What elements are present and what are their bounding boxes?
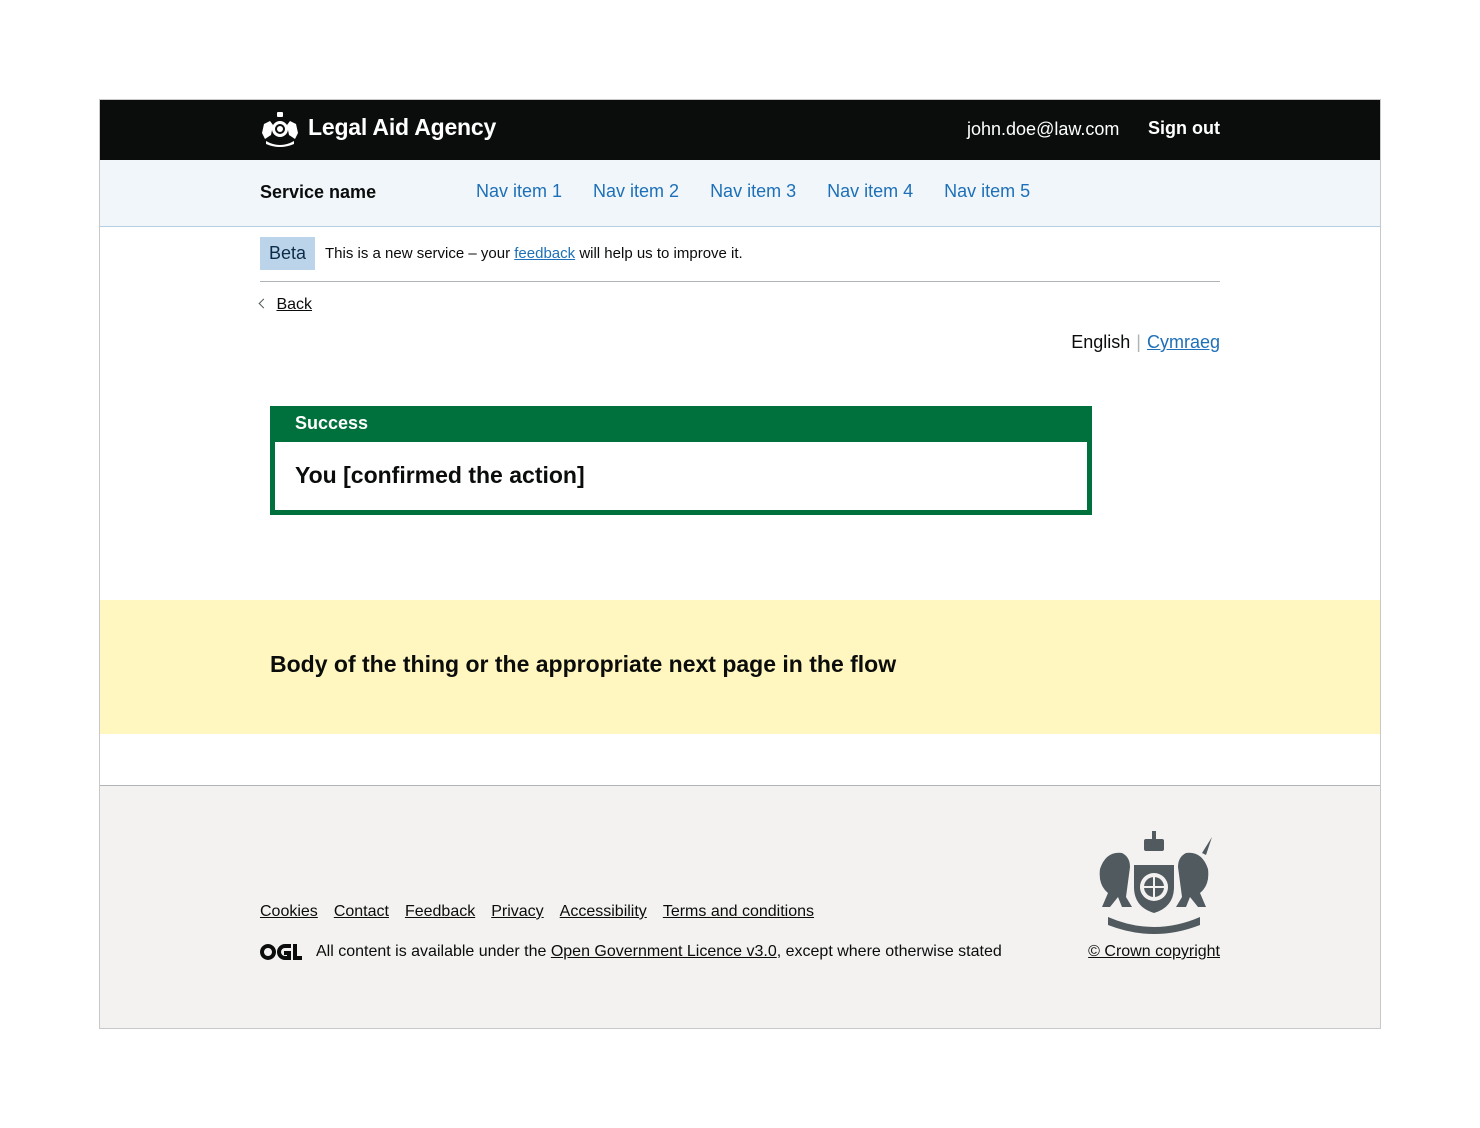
- nav-item-5[interactable]: Nav item 5: [944, 181, 1030, 202]
- nav-item-2[interactable]: Nav item 2: [593, 181, 679, 202]
- feedback-link[interactable]: feedback: [514, 245, 575, 262]
- licence-text: All content is available under the Open …: [316, 943, 1002, 961]
- chevron-left-icon: [258, 298, 269, 309]
- phase-banner-text: This is a new service – your feedback wi…: [325, 245, 743, 262]
- footer-link-cookies[interactable]: Cookies: [260, 903, 318, 921]
- page-frame: Legal Aid Agency john.doe@law.com Sign o…: [99, 99, 1381, 1029]
- beta-tag: Beta: [260, 237, 315, 270]
- user-email: john.doe@law.com: [967, 119, 1120, 139]
- service-navigation: Service name Nav item 1 Nav item 2 Nav i…: [100, 160, 1380, 227]
- language-cymraeg-link[interactable]: Cymraeg: [1147, 332, 1220, 352]
- notification-title: Success: [295, 413, 369, 433]
- site-header: Legal Aid Agency john.doe@law.com Sign o…: [100, 100, 1380, 160]
- footer-link-contact[interactable]: Contact: [334, 903, 389, 921]
- notification-header: Success: [275, 406, 1087, 442]
- phase-banner: Beta This is a new service – your feedba…: [260, 237, 1220, 282]
- footer-link-accessibility[interactable]: Accessibility: [560, 903, 647, 921]
- site-footer: Cookies Contact Feedback Privacy Accessi…: [100, 785, 1380, 1028]
- licence-link[interactable]: Open Government Licence v3.0: [551, 943, 777, 960]
- footer-links: Cookies Contact Feedback Privacy Accessi…: [260, 903, 814, 921]
- sign-out-link[interactable]: Sign out: [1148, 118, 1220, 139]
- phase-banner-text-before: This is a new service – your: [325, 245, 511, 262]
- language-current: English: [1071, 332, 1131, 352]
- nav-list: Nav item 1 Nav item 2 Nav item 3 Nav ite…: [476, 181, 1030, 202]
- footer-link-feedback[interactable]: Feedback: [405, 903, 475, 921]
- crown-copyright-link[interactable]: © Crown copyright: [1088, 943, 1220, 961]
- back-link[interactable]: Back: [276, 296, 312, 313]
- agency-name[interactable]: Legal Aid Agency: [308, 114, 496, 141]
- placeholder-body: Body of the thing or the appropriate nex…: [100, 600, 1380, 734]
- licence-text-after: , except where otherwise stated: [776, 943, 1002, 960]
- service-name[interactable]: Service name: [260, 182, 376, 203]
- footer-link-privacy[interactable]: Privacy: [491, 903, 543, 921]
- royal-coat-of-arms-icon: [1099, 831, 1212, 934]
- royal-crest-icon: [262, 112, 298, 147]
- language-switcher: English | Cymraeg: [1071, 332, 1220, 353]
- nav-item-3[interactable]: Nav item 3: [710, 181, 796, 202]
- nav-item-4[interactable]: Nav item 4: [827, 181, 913, 202]
- nav-item-1[interactable]: Nav item 1: [476, 181, 562, 202]
- language-divider: |: [1136, 332, 1141, 352]
- phase-banner-text-after: will help us to improve it.: [579, 245, 743, 262]
- back-link-wrapper: Back: [258, 296, 312, 314]
- licence-text-before: All content is available under the: [316, 943, 547, 960]
- success-notification: Success You [confirmed the action]: [270, 406, 1092, 515]
- ogl-logo-icon: [260, 944, 302, 960]
- placeholder-body-text: Body of the thing or the appropriate nex…: [270, 651, 897, 677]
- notification-message: You [confirmed the action]: [295, 462, 585, 488]
- footer-link-terms[interactable]: Terms and conditions: [663, 903, 814, 921]
